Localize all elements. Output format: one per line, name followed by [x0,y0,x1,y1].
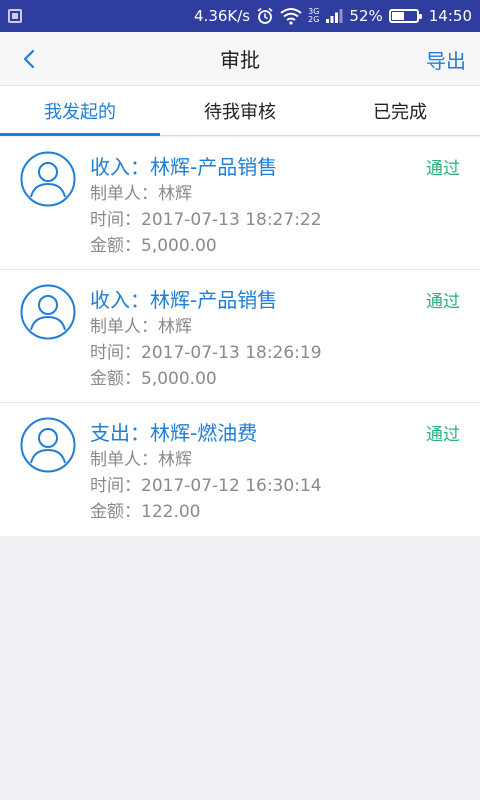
user-avatar-icon [20,417,76,473]
status-bar: 4.36K/s 3G 2G 52% 14:50 [0,0,480,32]
item-maker: 制单人：林辉 [90,450,192,470]
item-amount: 金额：122.00 [90,502,201,522]
battery-icon [388,9,422,23]
status-bar-right: 4.36K/s 3G 2G 52% 14:50 [194,7,472,25]
battery-fill [391,12,404,20]
approval-item[interactable]: 支出：林辉-燃油费 通过 制单人：林辉 时间：2017-07-12 16:30:… [0,403,480,536]
status-bar-left [8,9,22,23]
item-maker: 制单人：林辉 [90,317,192,337]
network-speed: 4.36K/s [194,7,251,25]
approval-item[interactable]: 收入：林辉-产品销售 通过 制单人：林辉 时间：2017-07-13 18:27… [0,137,480,270]
tab-pending-my-review[interactable]: 待我审核 [160,86,320,135]
approval-list: 收入：林辉-产品销售 通过 制单人：林辉 时间：2017-07-13 18:27… [0,137,480,536]
user-avatar-icon [20,151,76,207]
item-title: 支出：林辉-燃油费 [90,421,258,445]
status-badge: 通过 [426,159,460,179]
status-badge: 通过 [426,292,460,312]
tab-completed[interactable]: 已完成 [320,86,480,135]
item-time: 时间：2017-07-13 18:26:19 [90,343,322,363]
app-notification-icon [8,9,22,23]
signal-icon [326,9,343,23]
item-time: 时间：2017-07-13 18:27:22 [90,210,322,230]
chevron-left-icon [23,49,35,69]
approval-item[interactable]: 收入：林辉-产品销售 通过 制单人：林辉 时间：2017-07-13 18:26… [0,270,480,403]
item-title: 收入：林辉-产品销售 [90,288,278,312]
network-type-bottom: 2G [308,15,320,24]
alarm-icon [257,7,273,24]
network-type: 3G 2G [308,8,319,24]
page-title: 审批 [220,48,260,72]
clock: 14:50 [428,7,472,25]
user-avatar-icon [20,284,76,340]
item-amount: 金额：5,000.00 [90,236,217,256]
wifi-icon [280,8,302,25]
back-button[interactable] [14,44,44,74]
nav-bar: 审批 导出 [0,32,480,86]
battery-percent: 52% [349,7,383,25]
item-time: 时间：2017-07-12 16:30:14 [90,476,322,496]
tab-bar: 我发起的 待我审核 已完成 [0,86,480,136]
export-button[interactable]: 导出 [426,45,466,74]
status-badge: 通过 [426,425,460,445]
item-title: 收入：林辉-产品销售 [90,155,278,179]
item-amount: 金额：5,000.00 [90,369,217,389]
item-maker: 制单人：林辉 [90,184,192,204]
tab-initiated-by-me[interactable]: 我发起的 [0,86,160,136]
